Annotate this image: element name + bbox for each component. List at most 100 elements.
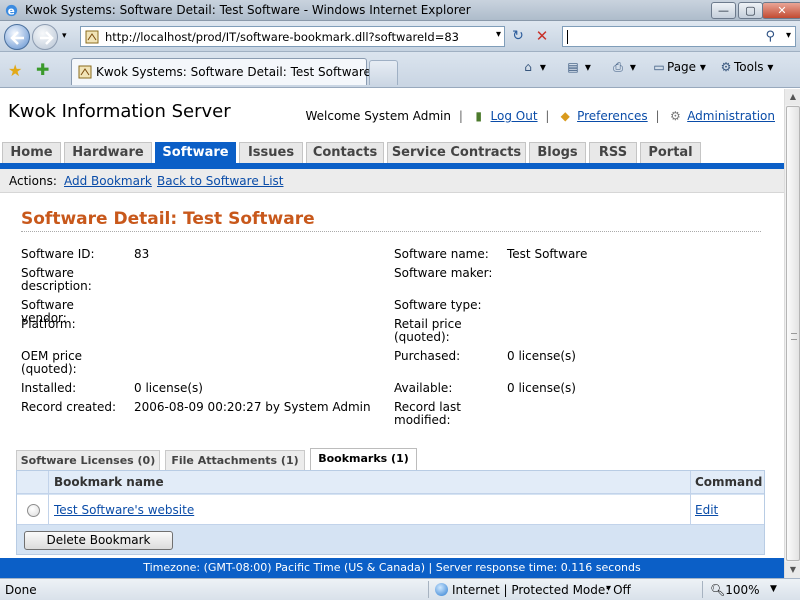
actions-label: Actions: [9,174,57,188]
gear-icon: ⚙ [669,109,681,123]
address-field[interactable]: http://localhost/prod/IT/software-bookma… [80,26,505,47]
bookmark-link[interactable]: Test Software's website [54,503,194,517]
search-icon[interactable]: ⚲ [765,29,775,44]
main-nav: Home Hardware Software Issues Contacts S… [0,142,784,163]
tab-service-contracts[interactable]: Service Contracts [387,142,526,163]
separator: | [655,109,660,123]
field-label: Purchased: [394,349,461,363]
new-tab-button[interactable] [369,60,398,85]
browser-tab[interactable]: Kwok Systems: Software Detail: Test Soft… [71,58,371,85]
zoom-control[interactable]: 🔍︎100% [710,583,760,597]
field-label: Retail price (quoted): [394,317,462,344]
field-label: Software type: [394,298,482,312]
column-divider [690,471,691,525]
feeds-dropdown-icon[interactable]: ▾ [585,60,591,74]
installed-value: 0 license(s) [134,381,203,395]
scroll-thumb[interactable] [786,106,800,561]
browser-tab-label: Kwok Systems: Software Detail: Test Soft… [96,65,371,79]
forward-button[interactable] [32,24,58,50]
field-label: Software name: [394,247,489,261]
row-select-radio[interactable] [27,504,40,517]
text-caret [567,30,568,44]
record-created-value: 2006-08-09 00:20:27 by System Admin [134,400,371,414]
field-label: Available: [394,381,453,395]
window-title: Kwok Systems: Software Detail: Test Soft… [25,3,471,17]
globe-icon [435,583,448,596]
add-bookmark-link[interactable]: Add Bookmark [64,174,152,188]
preferences-link[interactable]: Preferences [577,109,648,123]
logout-link[interactable]: Log Out [491,109,538,123]
home-button[interactable]: ⌂ ▾ [520,60,546,80]
status-bar: Done Internet | Protected Mode: Off ▾ 🔍︎… [0,578,800,600]
page-menu-label: Page [667,60,697,74]
subtab-software-licenses[interactable]: Software Licenses (0) [16,450,160,471]
field-label: Platform: [21,317,76,331]
home-dropdown-icon[interactable]: ▾ [540,60,546,74]
vertical-scrollbar[interactable]: ▲ ▼ [784,89,800,578]
rss-feed-icon: ▤ [567,60,579,74]
tab-hardware[interactable]: Hardware [64,142,152,163]
column-divider [48,471,49,525]
software-id-value: 83 [134,247,150,261]
scroll-down-arrow-icon[interactable]: ▼ [785,562,800,578]
add-favorites-icon[interactable]: ✚ [36,60,49,79]
search-dropdown-icon[interactable]: ▾ [786,30,791,41]
tab-rss[interactable]: RSS [589,142,637,163]
feeds-button[interactable]: ▤ ▾ [565,60,591,80]
tools-menu[interactable]: ⚙ Tools ▾ [718,60,774,80]
tab-blogs[interactable]: Blogs [529,142,586,163]
minimize-button[interactable]: — [711,2,736,19]
page-dropdown-icon: ▾ [699,60,706,74]
subtab-file-attachments[interactable]: File Attachments (1) [165,450,305,471]
tab-contacts[interactable]: Contacts [306,142,384,163]
history-dropdown-icon[interactable]: ▾ [62,31,67,41]
ie-logo-icon: e [5,4,18,17]
tab-home[interactable]: Home [2,142,61,163]
tab-portal[interactable]: Portal [640,142,701,163]
subtab-bookmarks[interactable]: Bookmarks (1) [310,448,417,471]
refresh-button[interactable]: ↻ [509,28,527,46]
zoom-magnifier-icon: 🔍︎ [710,583,726,597]
zone-text: Internet | Protected Mode: Off [452,583,631,597]
svg-text:e: e [8,5,15,17]
heading-divider [21,231,761,232]
address-dropdown-icon[interactable]: ▾ [496,29,501,40]
print-button[interactable]: ⎙ ▾ [610,60,636,80]
tab-issues[interactable]: Issues [239,142,303,163]
page-favicon-icon [85,30,99,44]
search-input[interactable]: ⚲ ▾ [562,26,796,47]
zone-dropdown-icon[interactable]: ▾ [606,583,611,594]
stop-button[interactable]: ✕ [533,27,551,45]
scroll-up-arrow-icon[interactable]: ▲ [785,89,800,105]
gear-icon: ⚙ [720,60,732,74]
administration-link[interactable]: Administration [687,109,775,123]
page-viewport: Kwok Information Server Welcome System A… [0,89,784,578]
print-dropdown-icon[interactable]: ▾ [630,60,636,74]
field-label: Installed: [21,381,77,395]
edit-link[interactable]: Edit [695,503,718,517]
back-button[interactable] [4,24,30,50]
column-header-bookmark-name[interactable]: Bookmark name [54,475,164,489]
print-icon: ⎙ [613,60,623,74]
home-icon: ⌂ [524,60,532,74]
status-text: Done [5,583,37,597]
zoom-dropdown-icon[interactable]: ▼ [770,584,777,594]
maximize-button[interactable]: ▢ [738,2,763,19]
favorites-star-icon[interactable]: ★ [8,61,22,80]
field-label: OEM price (quoted): [21,349,83,376]
tab-software[interactable]: Software [155,142,236,163]
page-title: Software Detail: Test Software [21,209,315,229]
back-to-list-link[interactable]: Back to Software List [157,174,284,188]
security-zone[interactable]: Internet | Protected Mode: Off [435,583,631,597]
bookmarks-table: Bookmark name Command Test Software's we… [16,470,765,555]
column-header-command: Command [695,475,763,489]
delete-bookmark-button[interactable]: Delete Bookmark [24,531,173,550]
page-footer: Timezone: (GMT-08:00) Pacific Time (US &… [0,558,784,578]
welcome-text: Welcome System Admin [305,109,451,123]
status-divider [428,581,429,598]
page-menu[interactable]: ▭ Page ▾ [651,60,706,80]
address-toolbar: ▾ http://localhost/prod/IT/software-book… [0,21,800,52]
close-window-button[interactable]: ✕ [762,2,800,19]
user-bar: Welcome System Admin | ▮ Log Out | ◆ Pre… [305,109,775,123]
software-name-value: Test Software [507,247,588,261]
